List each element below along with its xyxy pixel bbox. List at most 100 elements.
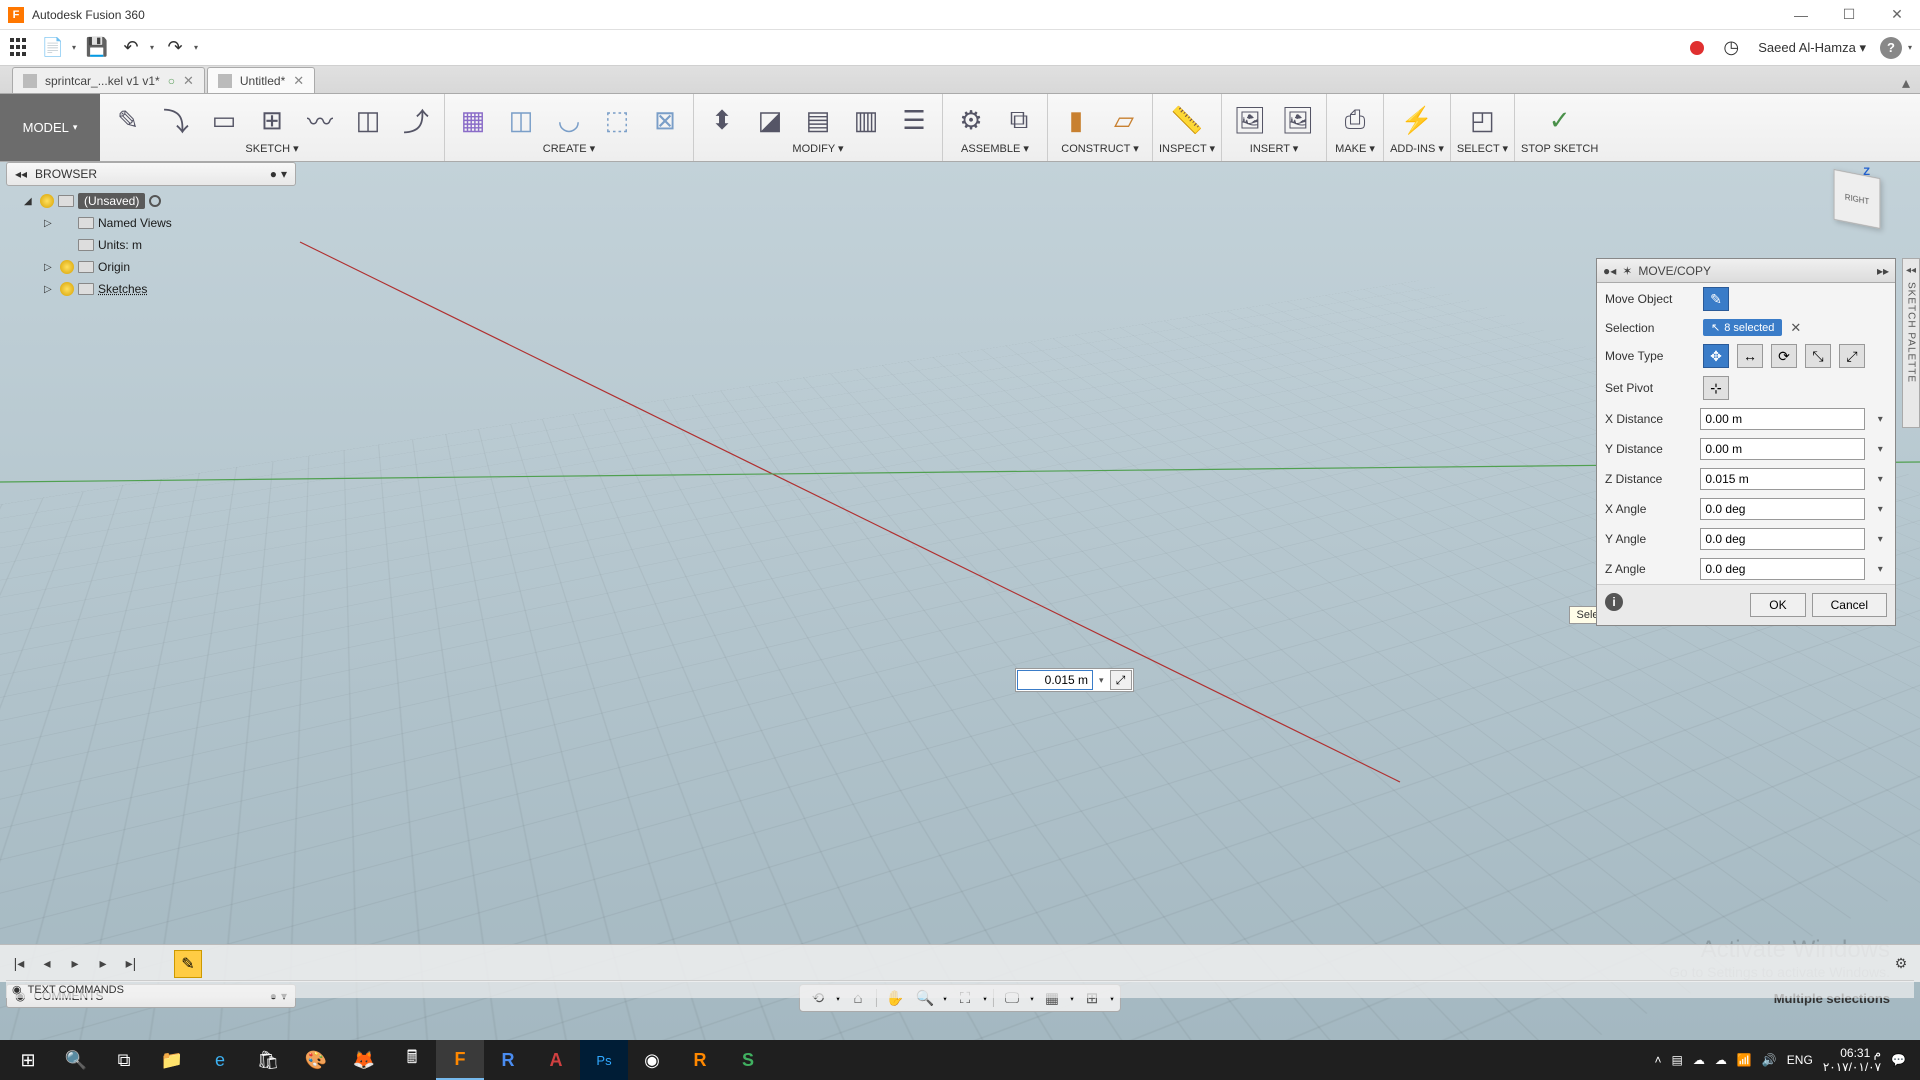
timeline-back-icon[interactable]: ◂ bbox=[36, 953, 58, 975]
dimension-icon[interactable]: ⊞ bbox=[250, 100, 294, 140]
presspull-icon[interactable]: ⬍ bbox=[700, 100, 744, 140]
timeline-fwd-icon[interactable]: ▸ bbox=[92, 953, 114, 975]
save-icon[interactable]: 💾 bbox=[84, 35, 110, 61]
expand-tabs-icon[interactable]: ▴ bbox=[1902, 73, 1920, 93]
firefox-icon[interactable]: 🦊 bbox=[340, 1040, 388, 1080]
clock-icon[interactable]: ◷ bbox=[1718, 35, 1744, 61]
file-menu-icon[interactable]: 📄 bbox=[40, 35, 66, 61]
point-to-position-icon[interactable]: ⤢ bbox=[1839, 344, 1865, 368]
x-angle-input[interactable] bbox=[1700, 498, 1865, 520]
app-icon[interactable]: R bbox=[676, 1040, 724, 1080]
volume-icon[interactable]: 🔊 bbox=[1762, 1053, 1777, 1067]
select-icon[interactable]: ◰ bbox=[1460, 100, 1504, 140]
extrude-icon[interactable]: ◫ bbox=[499, 100, 543, 140]
maximize-button[interactable]: ☐ bbox=[1834, 5, 1864, 25]
fillet-icon[interactable]: ◪ bbox=[748, 100, 792, 140]
chevron-down-icon[interactable]: ▾ bbox=[1873, 414, 1887, 425]
stop-sketch-icon[interactable]: ✓ bbox=[1538, 101, 1582, 141]
ok-button[interactable]: OK bbox=[1750, 593, 1805, 617]
line-icon[interactable]: ⤵ bbox=[154, 100, 198, 140]
chevron-down-icon[interactable]: ▾ bbox=[1873, 504, 1887, 515]
minimize-button[interactable]: — bbox=[1786, 5, 1816, 25]
x-distance-input[interactable] bbox=[1700, 408, 1865, 430]
start-button[interactable]: ⊞ bbox=[4, 1040, 52, 1080]
clear-selection-icon[interactable]: ✕ bbox=[1790, 320, 1801, 336]
filter-icon[interactable]: ✎ bbox=[1703, 287, 1729, 311]
notifications-icon[interactable]: 💬 bbox=[1891, 1053, 1906, 1067]
revit-icon[interactable]: R bbox=[484, 1040, 532, 1080]
store-icon[interactable]: 🛍 bbox=[244, 1040, 292, 1080]
cancel-button[interactable]: Cancel bbox=[1812, 593, 1887, 617]
mirror-icon[interactable]: ◫ bbox=[346, 100, 390, 140]
print3d-icon[interactable]: ⎙ bbox=[1333, 100, 1377, 140]
undo-icon[interactable]: ↶ bbox=[118, 35, 144, 61]
revolve-icon[interactable]: ◡ bbox=[547, 100, 591, 140]
text-commands-bar[interactable]: ◉ TEXT COMMANDS bbox=[6, 980, 1914, 998]
calculator-icon[interactable]: 🖩 bbox=[388, 1040, 436, 1080]
measure-icon[interactable]: 📏 bbox=[1165, 100, 1209, 140]
expand-arrow-icon[interactable]: ◂◂ bbox=[1906, 265, 1916, 276]
app-grid-button[interactable] bbox=[8, 36, 32, 60]
set-pivot-icon[interactable]: ⊹ bbox=[1703, 376, 1729, 400]
chevron-down-icon[interactable]: ▾ bbox=[1873, 474, 1887, 485]
record-icon[interactable] bbox=[1690, 41, 1704, 55]
canvas-icon[interactable]: 🖼 bbox=[1276, 100, 1320, 140]
sketch-palette-collapsed[interactable]: ◂◂ SKETCH PALETTE bbox=[1902, 258, 1920, 428]
search-icon[interactable]: 🔍 bbox=[52, 1040, 100, 1080]
chevron-down-icon[interactable]: ▾ bbox=[1097, 675, 1106, 686]
pattern-icon[interactable]: ⊠ bbox=[643, 100, 687, 140]
z-angle-input[interactable] bbox=[1700, 558, 1865, 580]
collapse-icon[interactable]: ●◂ bbox=[1603, 264, 1616, 278]
app-icon[interactable]: S bbox=[724, 1040, 772, 1080]
tab-untitled[interactable]: Untitled* ✕ bbox=[207, 67, 315, 93]
viewcube-face[interactable]: RIGHT bbox=[1834, 169, 1881, 229]
expand-icon[interactable]: ◉ bbox=[12, 983, 22, 996]
close-icon[interactable]: ✕ bbox=[183, 73, 194, 89]
paint-icon[interactable]: 🎨 bbox=[292, 1040, 340, 1080]
axis-icon[interactable]: ▱ bbox=[1102, 100, 1146, 140]
wifi-icon[interactable]: 📶 bbox=[1737, 1053, 1752, 1067]
timeline-end-icon[interactable]: ▸| bbox=[120, 953, 142, 975]
joint-icon[interactable]: ⚙ bbox=[949, 100, 993, 140]
clock[interactable]: 06:31 م ٢٠١٧/٠١/٠٧ bbox=[1823, 1046, 1881, 1075]
gear-icon[interactable]: ✶ bbox=[1622, 264, 1632, 278]
dimension-input-floater[interactable]: ▾ ⤢ bbox=[1015, 668, 1134, 692]
combine-icon[interactable]: ▥ bbox=[844, 100, 888, 140]
box-icon[interactable]: ▦ bbox=[451, 100, 495, 140]
language-indicator[interactable]: ENG bbox=[1787, 1053, 1813, 1067]
info-icon[interactable]: i bbox=[1605, 593, 1623, 611]
timeline-sketch-feature[interactable]: ✎ bbox=[174, 950, 202, 978]
timeline-start-icon[interactable]: |◂ bbox=[8, 953, 30, 975]
autocad-icon[interactable]: A bbox=[532, 1040, 580, 1080]
user-menu[interactable]: Saeed Al-Hamza ▾ bbox=[1752, 40, 1872, 56]
close-button[interactable]: ✕ bbox=[1882, 5, 1912, 25]
chevron-down-icon[interactable]: ▾ bbox=[1873, 444, 1887, 455]
z-distance-input[interactable] bbox=[1700, 468, 1865, 490]
explorer-icon[interactable]: 📁 bbox=[148, 1040, 196, 1080]
y-distance-input[interactable] bbox=[1700, 438, 1865, 460]
cylinder-icon[interactable]: ⬚ bbox=[595, 100, 639, 140]
timeline-play-icon[interactable]: ▸ bbox=[64, 953, 86, 975]
pivot-icon[interactable]: ⤢ bbox=[1110, 670, 1132, 690]
expand-icon[interactable]: ▸▸ bbox=[1877, 264, 1889, 278]
tab-sprintcar[interactable]: sprintcar_...kel v1 v1* ○ ✕ bbox=[12, 67, 205, 93]
edge-icon[interactable]: e bbox=[196, 1040, 244, 1080]
onedrive-icon[interactable]: ☁ bbox=[1693, 1053, 1705, 1067]
taskview-icon[interactable]: ⧉ bbox=[100, 1040, 148, 1080]
y-angle-input[interactable] bbox=[1700, 528, 1865, 550]
selection-badge[interactable]: ↖8 selected bbox=[1703, 319, 1782, 336]
sketch-geometry[interactable]: 0.013 bbox=[0, 162, 300, 312]
dimension-input[interactable] bbox=[1017, 670, 1093, 690]
plane-icon[interactable]: ▮ bbox=[1054, 100, 1098, 140]
rectangle-icon[interactable]: ▭ bbox=[202, 100, 246, 140]
close-icon[interactable]: ✕ bbox=[293, 73, 304, 89]
workspace-model-button[interactable]: MODEL ▾ bbox=[0, 94, 100, 161]
shell-icon[interactable]: ▤ bbox=[796, 100, 840, 140]
panel-header[interactable]: ●◂ ✶ MOVE/COPY ▸▸ bbox=[1597, 259, 1895, 283]
point-to-point-icon[interactable]: ⤡ bbox=[1805, 344, 1831, 368]
help-button[interactable]: ? bbox=[1880, 37, 1902, 59]
asbuilt-icon[interactable]: ⧉ bbox=[997, 100, 1041, 140]
free-move-icon[interactable]: ✥ bbox=[1703, 344, 1729, 368]
timeline-settings-icon[interactable]: ⚙ bbox=[1890, 953, 1912, 975]
align-icon[interactable]: ☰ bbox=[892, 100, 936, 140]
